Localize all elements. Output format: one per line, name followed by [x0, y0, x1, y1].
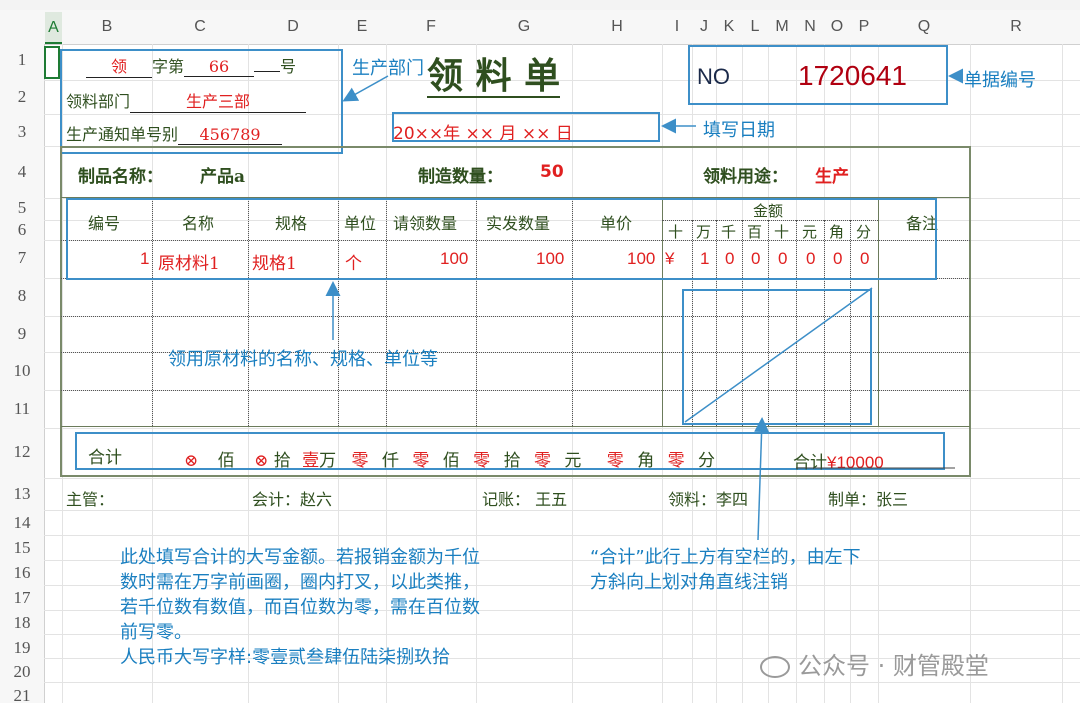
dept-arrow	[342, 75, 389, 102]
annotation-arrows	[325, 68, 963, 541]
cancel-diagonal-line	[684, 287, 873, 423]
diagonal-arrow	[754, 417, 770, 541]
